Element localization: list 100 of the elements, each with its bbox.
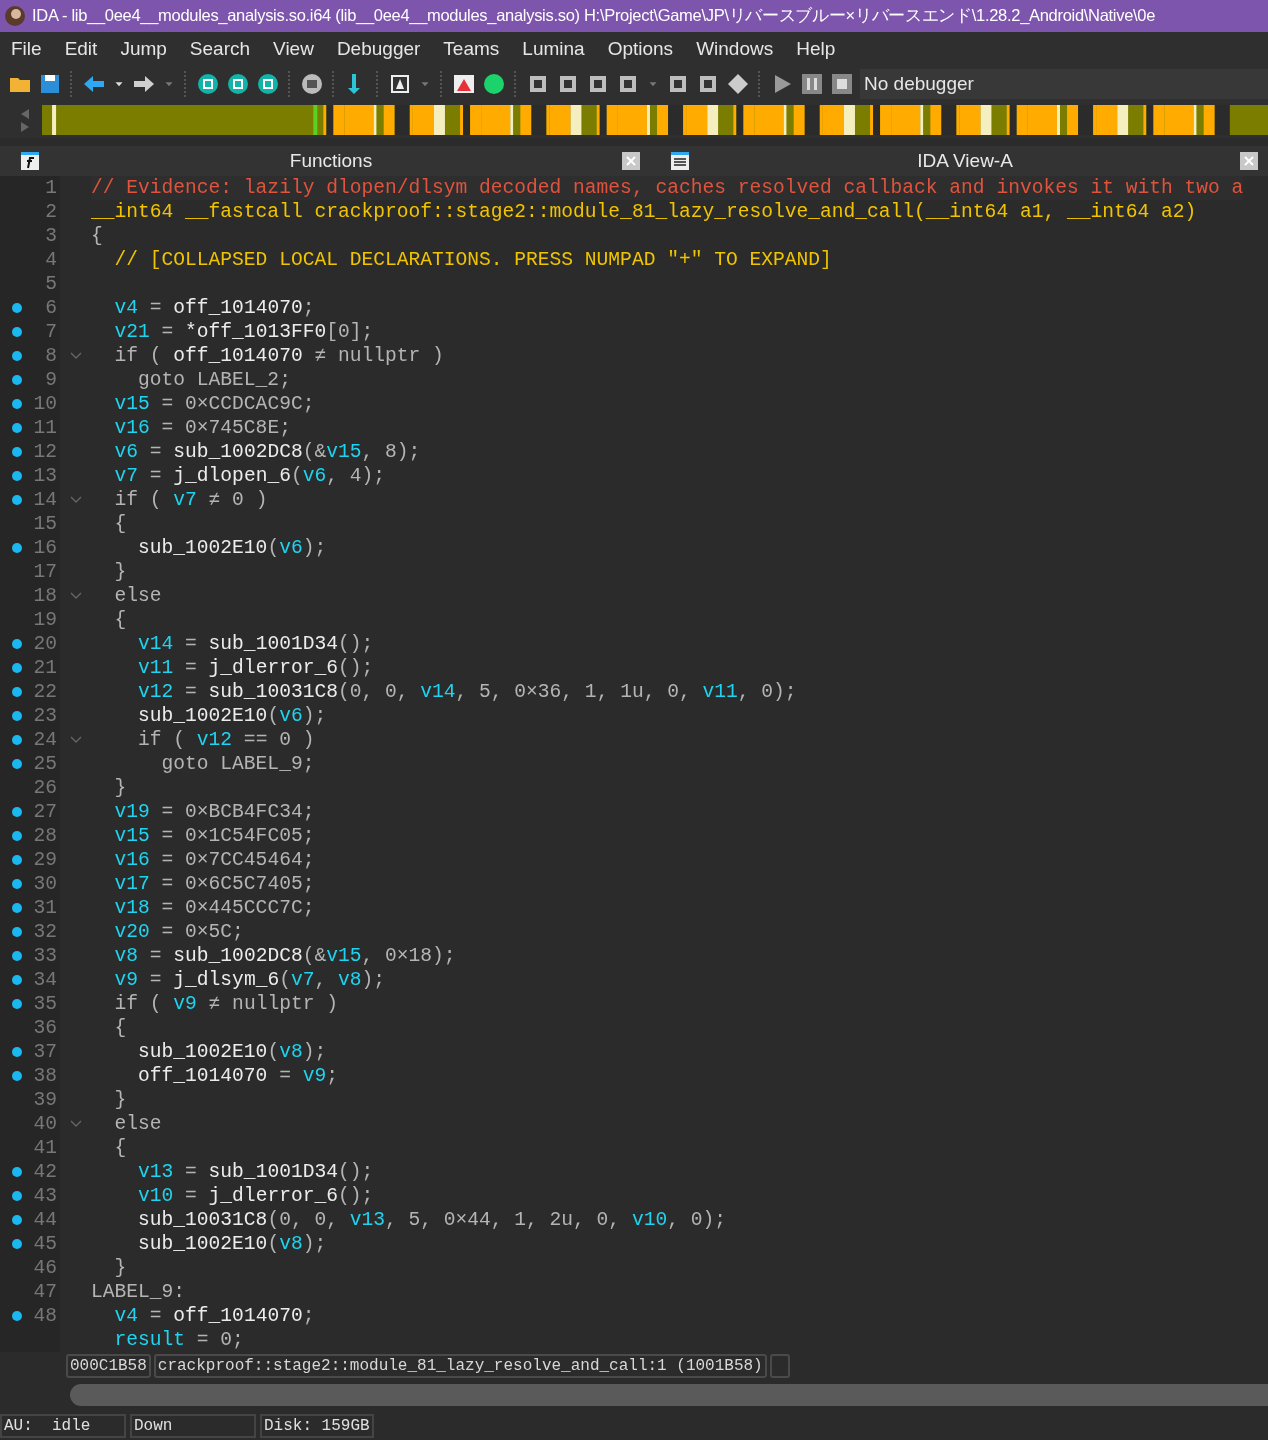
- menu-item[interactable]: Edit: [64, 38, 98, 60]
- code-token: , 0);: [737, 681, 797, 703]
- code-token: v15: [113, 393, 150, 415]
- code-token: (&: [302, 945, 327, 967]
- line-number: 40: [33, 1112, 57, 1136]
- code-token: = 0×445CCC7C;: [160, 897, 315, 919]
- debugger-dropdown[interactable]: No debugger: [860, 69, 1268, 99]
- code-token: ();: [337, 657, 374, 679]
- code-token: (0, 0,: [337, 681, 410, 703]
- code-token: (: [267, 705, 280, 727]
- code-token: {: [113, 1017, 127, 1039]
- menu-item[interactable]: Help: [796, 38, 836, 60]
- code-token: ;: [302, 297, 315, 319]
- code-token: v6: [279, 537, 303, 559]
- menu-item[interactable]: Windows: [696, 38, 774, 60]
- line-number: 37: [33, 1040, 57, 1064]
- code-token: v15: [326, 441, 362, 463]
- code-token: v9: [302, 1065, 327, 1087]
- code-token: off_1014070: [173, 345, 303, 367]
- line-number: 7: [45, 320, 57, 344]
- code-token: ;: [326, 1065, 338, 1087]
- line-number: 8: [45, 344, 57, 368]
- code-token: result: [113, 1329, 186, 1351]
- line-number: 13: [33, 464, 57, 488]
- code-token: v15: [113, 825, 150, 847]
- menu-item[interactable]: Jump: [120, 38, 167, 60]
- code-token: v4: [113, 297, 139, 319]
- code-token: =: [148, 465, 163, 487]
- menu-item[interactable]: File: [11, 38, 42, 60]
- code-token: v16: [113, 417, 150, 439]
- code-token: v7: [173, 489, 197, 511]
- code-token: {: [113, 1137, 127, 1159]
- code-token: v8: [279, 1041, 303, 1063]
- code-token: = 0;: [195, 1329, 244, 1351]
- code-token: v21: [113, 321, 150, 343]
- code-token: , 5, 0×44, 1, 2u, 0,: [384, 1209, 622, 1231]
- menu-item[interactable]: Search: [189, 38, 251, 60]
- menu-item[interactable]: Teams: [443, 38, 500, 60]
- code-token: (: [279, 969, 291, 991]
- line-number: 43: [33, 1184, 57, 1208]
- code-token: j_dlopen_6: [173, 465, 291, 487]
- code-token: sub_1002DC8: [173, 441, 303, 463]
- code-token: // Evidence: lazily dlopen/dlsym decoded names, caches resolved callback and invokes it with two a: [91, 177, 1244, 199]
- line-number: 16: [33, 536, 57, 560]
- line-number: 36: [33, 1016, 57, 1040]
- menu-item[interactable]: View: [273, 38, 314, 60]
- line-number: 20: [33, 632, 57, 656]
- line-number: 9: [45, 368, 57, 392]
- code-token: v15: [326, 945, 362, 967]
- code-token: }: [113, 1089, 127, 1111]
- code-token: v13: [137, 1161, 174, 1183]
- code-token: else: [113, 585, 162, 607]
- line-number: 11: [33, 416, 57, 440]
- code-token: (&: [302, 441, 327, 463]
- code-token: sub_1002E10: [137, 1233, 268, 1255]
- menu-item[interactable]: Debugger: [336, 38, 421, 60]
- code-token: );: [361, 969, 386, 991]
- line-number: 30: [33, 872, 57, 896]
- code-token: if (: [113, 489, 163, 511]
- code-token: , 4);: [326, 465, 385, 487]
- code-token: v9: [113, 969, 139, 991]
- line-number: 29: [33, 848, 57, 872]
- code-token: v13: [349, 1209, 385, 1231]
- line-number: 35: [33, 992, 57, 1016]
- code-token: v8: [279, 1233, 303, 1255]
- function-location: crackproof::stage2::module_81_lazy_resolve_and_call:1 (1001B58): [153, 1354, 767, 1378]
- code-token: =: [148, 441, 163, 463]
- code-token: v11: [137, 657, 174, 679]
- menu-item[interactable]: Options: [607, 38, 674, 60]
- code-token: if (: [113, 345, 163, 367]
- code-token: sub_10031C8: [208, 681, 338, 703]
- line-number: 28: [33, 824, 57, 848]
- status-item: AU: idle: [0, 1414, 126, 1438]
- code-token: v7: [113, 465, 139, 487]
- code-token: off_1014070: [173, 1305, 303, 1327]
- line-number: 10: [33, 392, 57, 416]
- code-token: = 0×1C54FC05;: [160, 825, 315, 847]
- line-number: 15: [33, 512, 57, 536]
- code-token: sub_1002DC8: [173, 945, 303, 967]
- code-token: ();: [337, 633, 374, 655]
- code-token: v6: [302, 465, 327, 487]
- code-token: = 0×745C8E;: [160, 417, 291, 439]
- code-token: = 0×5C;: [160, 921, 244, 943]
- line-number: 47: [33, 1280, 57, 1304]
- line-number: 12: [33, 440, 57, 464]
- code-token: (: [290, 465, 303, 487]
- code-token: =: [148, 945, 163, 967]
- code-token: // [COLLAPSED LOCAL DECLARATIONS. PRESS NUMPAD "+" TO EXPAND]: [113, 249, 832, 271]
- line-number: 23: [33, 704, 57, 728]
- code-token: ≠ 0 ): [207, 489, 268, 511]
- code-token: ≠ nullptr ): [207, 993, 338, 1015]
- line-number: 45: [33, 1232, 57, 1256]
- line-number: 26: [33, 776, 57, 800]
- code-token: v9: [173, 993, 197, 1015]
- line-number: 38: [33, 1064, 57, 1088]
- code-token: = 0×BCB4FC34;: [160, 801, 315, 823]
- code-token: j_dlerror_6: [208, 1185, 338, 1207]
- code-token: goto LABEL_9;: [160, 753, 315, 775]
- code-token: v20: [113, 921, 150, 943]
- menu-item[interactable]: Lumina: [522, 38, 585, 60]
